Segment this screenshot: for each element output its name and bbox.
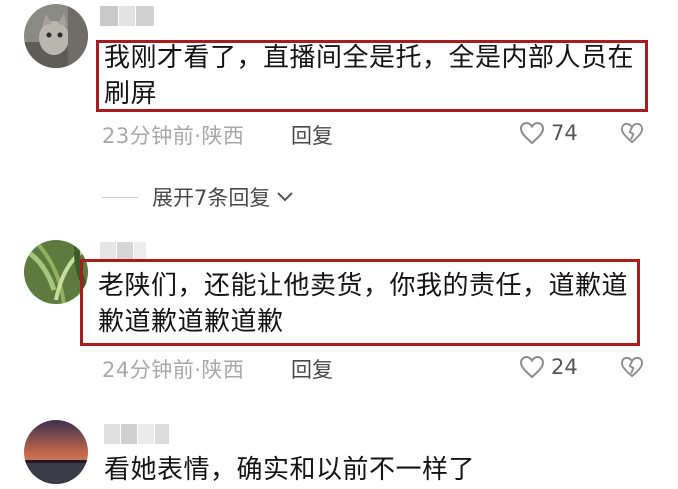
comment-location: 陕西 [201, 124, 245, 148]
reply-button[interactable]: 回复 [291, 354, 333, 384]
comment-text-line: 看她表情，确实和以前不一样了 [104, 455, 476, 485]
comment-text: 看她表情，确实和以前不一样了 [104, 452, 644, 488]
like-button[interactable]: 24 [519, 355, 578, 379]
reply-button[interactable]: 回复 [291, 120, 333, 150]
comment-text-line: 老陕们，还能让他卖货，你我的责任，道歉道 [98, 271, 629, 301]
heart-outline-icon [519, 121, 545, 145]
comment-text-line: 刷屏 [104, 79, 158, 109]
comment-text: 老陕们，还能让他卖货，你我的责任，道歉道 歉道歉道歉道歉 [98, 268, 638, 340]
comment-meta: 23分钟前·陕西 [102, 120, 244, 150]
heart-outline-icon [519, 355, 545, 379]
comment-text-line: 我刚才看了，直播间全是托，全是内部人员在 [104, 43, 635, 73]
comment-time: 23分钟前 [102, 124, 195, 148]
like-count: 74 [551, 121, 578, 145]
like-button[interactable]: 74 [519, 121, 578, 145]
expand-replies-button[interactable]: 展开7条回复 [102, 182, 294, 212]
chevron-down-icon [277, 192, 294, 202]
username-censored[interactable] [104, 424, 170, 444]
dislike-button[interactable] [620, 122, 644, 148]
divider [102, 196, 138, 198]
username-censored[interactable] [100, 6, 155, 26]
avatar[interactable] [24, 240, 88, 304]
dislike-button[interactable] [620, 356, 644, 382]
comment-time: 24分钟前 [102, 358, 195, 382]
comment-text: 我刚才看了，直播间全是托，全是内部人员在 刷屏 [104, 40, 644, 112]
expand-replies-label: 展开7条回复 [152, 186, 271, 210]
comment-meta: 24分钟前·陕西 [102, 354, 244, 384]
avatar[interactable] [24, 4, 88, 68]
broken-heart-icon [620, 356, 644, 378]
broken-heart-icon [620, 122, 644, 144]
like-count: 24 [551, 355, 578, 379]
comment-location: 陕西 [201, 358, 245, 382]
comment-text-line: 歉道歉道歉道歉 [98, 307, 284, 337]
avatar[interactable] [24, 420, 88, 484]
